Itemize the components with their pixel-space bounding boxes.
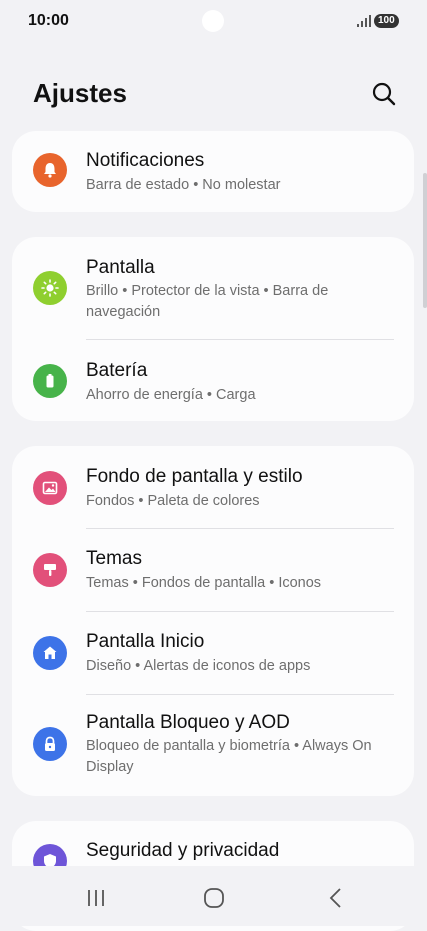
settings-item-notificaciones[interactable]: Notificaciones Barra de estado • No mole…	[12, 131, 414, 212]
themes-brush-icon	[33, 553, 67, 587]
bell-icon	[33, 153, 67, 187]
item-subtitle: Barra de estado • No molestar	[86, 177, 281, 193]
lock-icon	[33, 727, 67, 761]
settings-card-display: Pantalla Brillo • Protector de la vista …	[12, 237, 414, 421]
signal-icon	[357, 15, 371, 27]
item-title: Seguridad y privacidad	[86, 840, 280, 861]
scrollbar[interactable]	[423, 173, 427, 308]
status-time: 10:00	[28, 12, 69, 29]
item-subtitle: Fondos • Paleta de colores	[86, 493, 260, 509]
item-subtitle: Ahorro de energía • Carga	[86, 387, 256, 403]
settings-card-notifications: Notificaciones Barra de estado • No mole…	[12, 131, 414, 212]
page-title: Ajustes	[33, 78, 127, 108]
settings-item-temas[interactable]: Temas Temas • Fondos de pantalla • Icono…	[12, 529, 414, 611]
item-subtitle: Diseño • Alertas de iconos de apps	[86, 658, 311, 674]
home-button-icon[interactable]	[202, 886, 226, 910]
settings-card-personalization: Fondo de pantalla y estilo Fondos • Pale…	[12, 446, 414, 796]
settings-item-pantalla-bloqueo[interactable]: Pantalla Bloqueo y AOD Bloqueo de pantal…	[12, 695, 414, 796]
item-subtitle: Temas • Fondos de pantalla • Iconos	[86, 575, 322, 591]
back-icon[interactable]	[324, 886, 348, 910]
settings-item-fondo[interactable]: Fondo de pantalla y estilo Fondos • Pale…	[12, 446, 414, 528]
settings-item-pantalla-inicio[interactable]: Pantalla Inicio Diseño • Alertas de icon…	[12, 612, 414, 694]
settings-item-pantalla[interactable]: Pantalla Brillo • Protector de la vista …	[12, 237, 414, 339]
navigation-bar	[0, 866, 427, 926]
item-subtitle: Bloqueo de pantalla y biometría • Always…	[86, 738, 372, 775]
home-icon	[33, 636, 67, 670]
item-title: Pantalla Bloqueo y AOD	[86, 712, 290, 733]
item-title: Fondo de pantalla y estilo	[86, 466, 303, 487]
wallpaper-icon	[33, 471, 67, 505]
item-title: Batería	[86, 360, 148, 381]
recents-icon[interactable]	[84, 888, 108, 908]
search-icon[interactable]	[370, 80, 398, 108]
settings-item-bateria[interactable]: Batería Ahorro de energía • Carga	[12, 340, 414, 421]
item-title: Notificaciones	[86, 150, 205, 171]
brightness-icon	[33, 271, 67, 305]
battery-icon	[33, 364, 67, 398]
battery-level-badge: 100	[374, 14, 399, 28]
status-bar: 10:00 100	[0, 0, 427, 44]
item-title: Pantalla	[86, 257, 155, 278]
item-subtitle: Brillo • Protector de la vista • Barra d…	[86, 283, 329, 320]
item-title: Pantalla Inicio	[86, 631, 205, 652]
item-title: Temas	[86, 548, 142, 569]
front-camera	[202, 10, 224, 32]
